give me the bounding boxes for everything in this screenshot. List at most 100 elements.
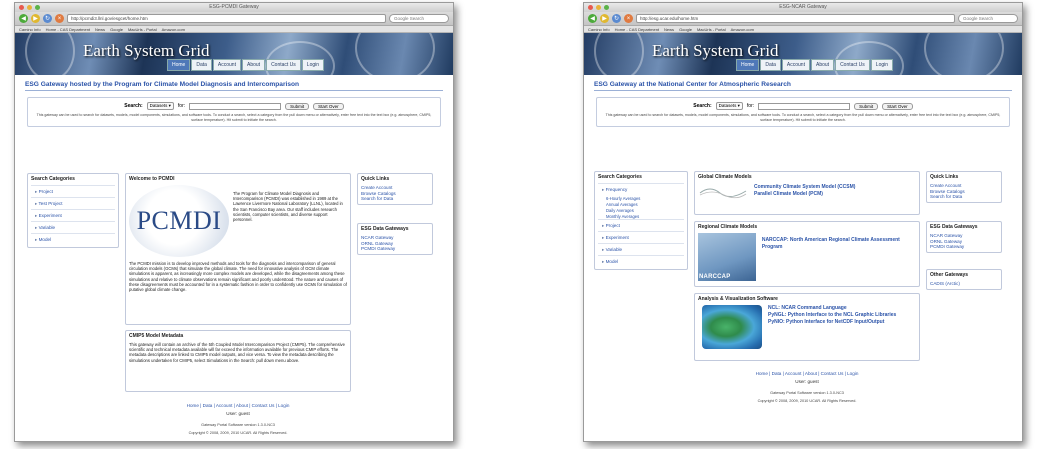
bookmark-item[interactable]: Amazon.com bbox=[731, 27, 754, 32]
tab-login[interactable]: Login bbox=[870, 59, 894, 71]
link-pcmdi-gateway[interactable]: PCMDI Gateway bbox=[361, 246, 429, 252]
search-categories-heading: Search Categories bbox=[598, 174, 642, 180]
page-title: ESG Gateway hosted by the Program for Cl… bbox=[25, 81, 443, 91]
forward-arrow-icon[interactable]: ▶ bbox=[31, 14, 40, 23]
address-bar[interactable]: http://esg.ucar.edu/home.htm bbox=[636, 14, 955, 23]
category-model[interactable]: Model bbox=[598, 255, 684, 267]
bookmark-item[interactable]: Camino Info bbox=[19, 27, 41, 32]
site-nav-tabs: Home Data Account About Contact Us Login bbox=[736, 59, 894, 71]
stop-icon[interactable]: × bbox=[55, 14, 64, 23]
bookmark-item[interactable]: Amazon.com bbox=[162, 27, 185, 32]
window-controls bbox=[19, 5, 40, 10]
bookmark-item[interactable]: Camino Info bbox=[588, 27, 610, 32]
submit-button[interactable]: Submit bbox=[854, 102, 879, 110]
regional-models-heading: Regional Climate Models bbox=[698, 224, 758, 230]
bookmark-item[interactable]: Home - CAS Department bbox=[46, 27, 90, 32]
window-titlebar: ESG-NCAR Gateway bbox=[584, 3, 1022, 12]
footer-copyright: Copyright © 2008, 2009, 2010 UCAR. All R… bbox=[188, 431, 288, 435]
tab-home[interactable]: Home bbox=[167, 59, 191, 71]
welcome-panel: Welcome to PCMDI PCMDI The Program for C… bbox=[125, 173, 351, 325]
search-query-input[interactable] bbox=[189, 102, 282, 110]
for-label: for: bbox=[746, 103, 755, 109]
close-window-icon[interactable] bbox=[19, 5, 24, 10]
globe-visualization-image bbox=[702, 305, 762, 349]
submit-button[interactable]: Submit bbox=[285, 102, 310, 110]
tab-data[interactable]: Data bbox=[191, 59, 212, 71]
search-category-select[interactable]: Datasets ▾ bbox=[715, 102, 743, 110]
link-pcm[interactable]: Parallel Climate Model (PCM) bbox=[754, 191, 855, 198]
zoom-window-icon[interactable] bbox=[35, 5, 40, 10]
bookmark-item[interactable]: Google bbox=[679, 27, 692, 32]
start-over-button[interactable]: Start Over bbox=[882, 102, 913, 110]
tab-login[interactable]: Login bbox=[301, 59, 325, 71]
link-pynio[interactable]: PyNIO: Python Interface for NetCDF Input… bbox=[768, 319, 896, 326]
category-project[interactable]: Project bbox=[598, 219, 684, 231]
stop-icon[interactable]: × bbox=[624, 14, 633, 23]
tab-about[interactable]: About bbox=[241, 59, 266, 71]
reload-icon[interactable]: ↻ bbox=[43, 14, 52, 23]
esg-gateways-heading: ESG Data Gateways bbox=[361, 226, 409, 232]
category-experiment[interactable]: Experiment bbox=[598, 231, 684, 243]
bookmark-item[interactable]: News bbox=[95, 27, 105, 32]
search-category-value: Datasets bbox=[149, 103, 168, 108]
window-titlebar: ESG-PCMDI Gateway bbox=[15, 3, 453, 12]
reload-icon[interactable]: ↻ bbox=[612, 14, 621, 23]
category-test-project[interactable]: Test Project bbox=[31, 197, 115, 209]
link-search-for-data[interactable]: Search for Data bbox=[361, 196, 429, 202]
link-ccsm[interactable]: Community Climate System Model (CCSM) bbox=[754, 184, 855, 191]
search-category-value: Datasets bbox=[718, 103, 737, 108]
footer-links[interactable]: Home | Data | Account | About | Contact … bbox=[125, 403, 351, 408]
window-title: ESG-NCAR Gateway bbox=[779, 4, 827, 10]
link-cadis-arctic[interactable]: CADIS (Arctic) bbox=[930, 281, 998, 287]
bookmark-item[interactable]: Home - CAS Department bbox=[615, 27, 659, 32]
tab-contact-us[interactable]: Contact Us bbox=[835, 59, 870, 71]
search-query-input[interactable] bbox=[758, 102, 851, 110]
category-experiment[interactable]: Experiment bbox=[31, 209, 115, 221]
search-category-select[interactable]: Datasets ▾ bbox=[146, 102, 174, 110]
category-model[interactable]: Model bbox=[31, 233, 115, 245]
screenshot-stage: ESG-PCMDI Gateway ◀ ▶ ↻ × http://pcmdi3.… bbox=[0, 0, 1039, 449]
category-variable[interactable]: Variable bbox=[598, 243, 684, 255]
tab-contact-us[interactable]: Contact Us bbox=[266, 59, 301, 71]
link-search-for-data[interactable]: Search for Data bbox=[930, 194, 998, 200]
tab-data[interactable]: Data bbox=[760, 59, 781, 71]
banner-title: Earth System Grid bbox=[652, 41, 779, 60]
quick-links-heading: Quick Links bbox=[361, 176, 390, 182]
cmip5-text: This gateway will contain an archive of … bbox=[129, 342, 345, 363]
link-pyngl[interactable]: PyNGL: Python Interface to the NCL Graph… bbox=[768, 312, 896, 319]
back-arrow-icon[interactable]: ◀ bbox=[19, 14, 28, 23]
minimize-window-icon[interactable] bbox=[27, 5, 32, 10]
link-ncl[interactable]: NCL: NCAR Command Language bbox=[768, 305, 896, 312]
browser-search-input[interactable]: Google Search bbox=[389, 14, 449, 23]
zoom-window-icon[interactable] bbox=[604, 5, 609, 10]
bookmark-item[interactable]: MacUrls - Portal bbox=[128, 27, 157, 32]
bookmark-item[interactable]: News bbox=[664, 27, 674, 32]
analysis-software-heading: Analysis & Visualization Software bbox=[698, 296, 778, 302]
search-panel: Search: Datasets ▾ for: Submit Start Ove… bbox=[596, 97, 1010, 127]
footer-links[interactable]: Home | Data | Account | About | Contact … bbox=[694, 371, 920, 376]
minimize-window-icon[interactable] bbox=[596, 5, 601, 10]
back-arrow-icon[interactable]: ◀ bbox=[588, 14, 597, 23]
close-window-icon[interactable] bbox=[588, 5, 593, 10]
for-label: for: bbox=[177, 103, 186, 109]
bookmark-item[interactable]: Google bbox=[110, 27, 123, 32]
search-help-text: This gateway can be used to search for d… bbox=[605, 113, 1001, 122]
link-pcmdi-gateway[interactable]: PCMDI Gateway bbox=[930, 244, 998, 250]
esg-gateways-panel: ESG Data Gateways NCAR Gateway ORNL Gate… bbox=[926, 221, 1002, 253]
tab-about[interactable]: About bbox=[810, 59, 835, 71]
link-narccap[interactable]: NARCCAP: North American Regional Climate… bbox=[762, 237, 916, 251]
category-project[interactable]: Project bbox=[31, 185, 115, 197]
category-frequency[interactable]: Frequency bbox=[598, 183, 684, 195]
address-bar[interactable]: http://pcmdi3.llnl.gov/esgcet/home.htm bbox=[67, 14, 386, 23]
forward-arrow-icon[interactable]: ▶ bbox=[600, 14, 609, 23]
tab-home[interactable]: Home bbox=[736, 59, 760, 71]
tab-account[interactable]: Account bbox=[781, 59, 810, 71]
footer-user: User: guest bbox=[226, 411, 250, 416]
tab-account[interactable]: Account bbox=[212, 59, 241, 71]
browser-search-input[interactable]: Google Search bbox=[958, 14, 1018, 23]
cmip5-heading: CMIP5 Model Metadata bbox=[129, 333, 184, 339]
window-controls bbox=[588, 5, 609, 10]
bookmark-item[interactable]: MacUrls - Portal bbox=[697, 27, 726, 32]
category-variable[interactable]: Variable bbox=[31, 221, 115, 233]
start-over-button[interactable]: Start Over bbox=[313, 102, 344, 110]
